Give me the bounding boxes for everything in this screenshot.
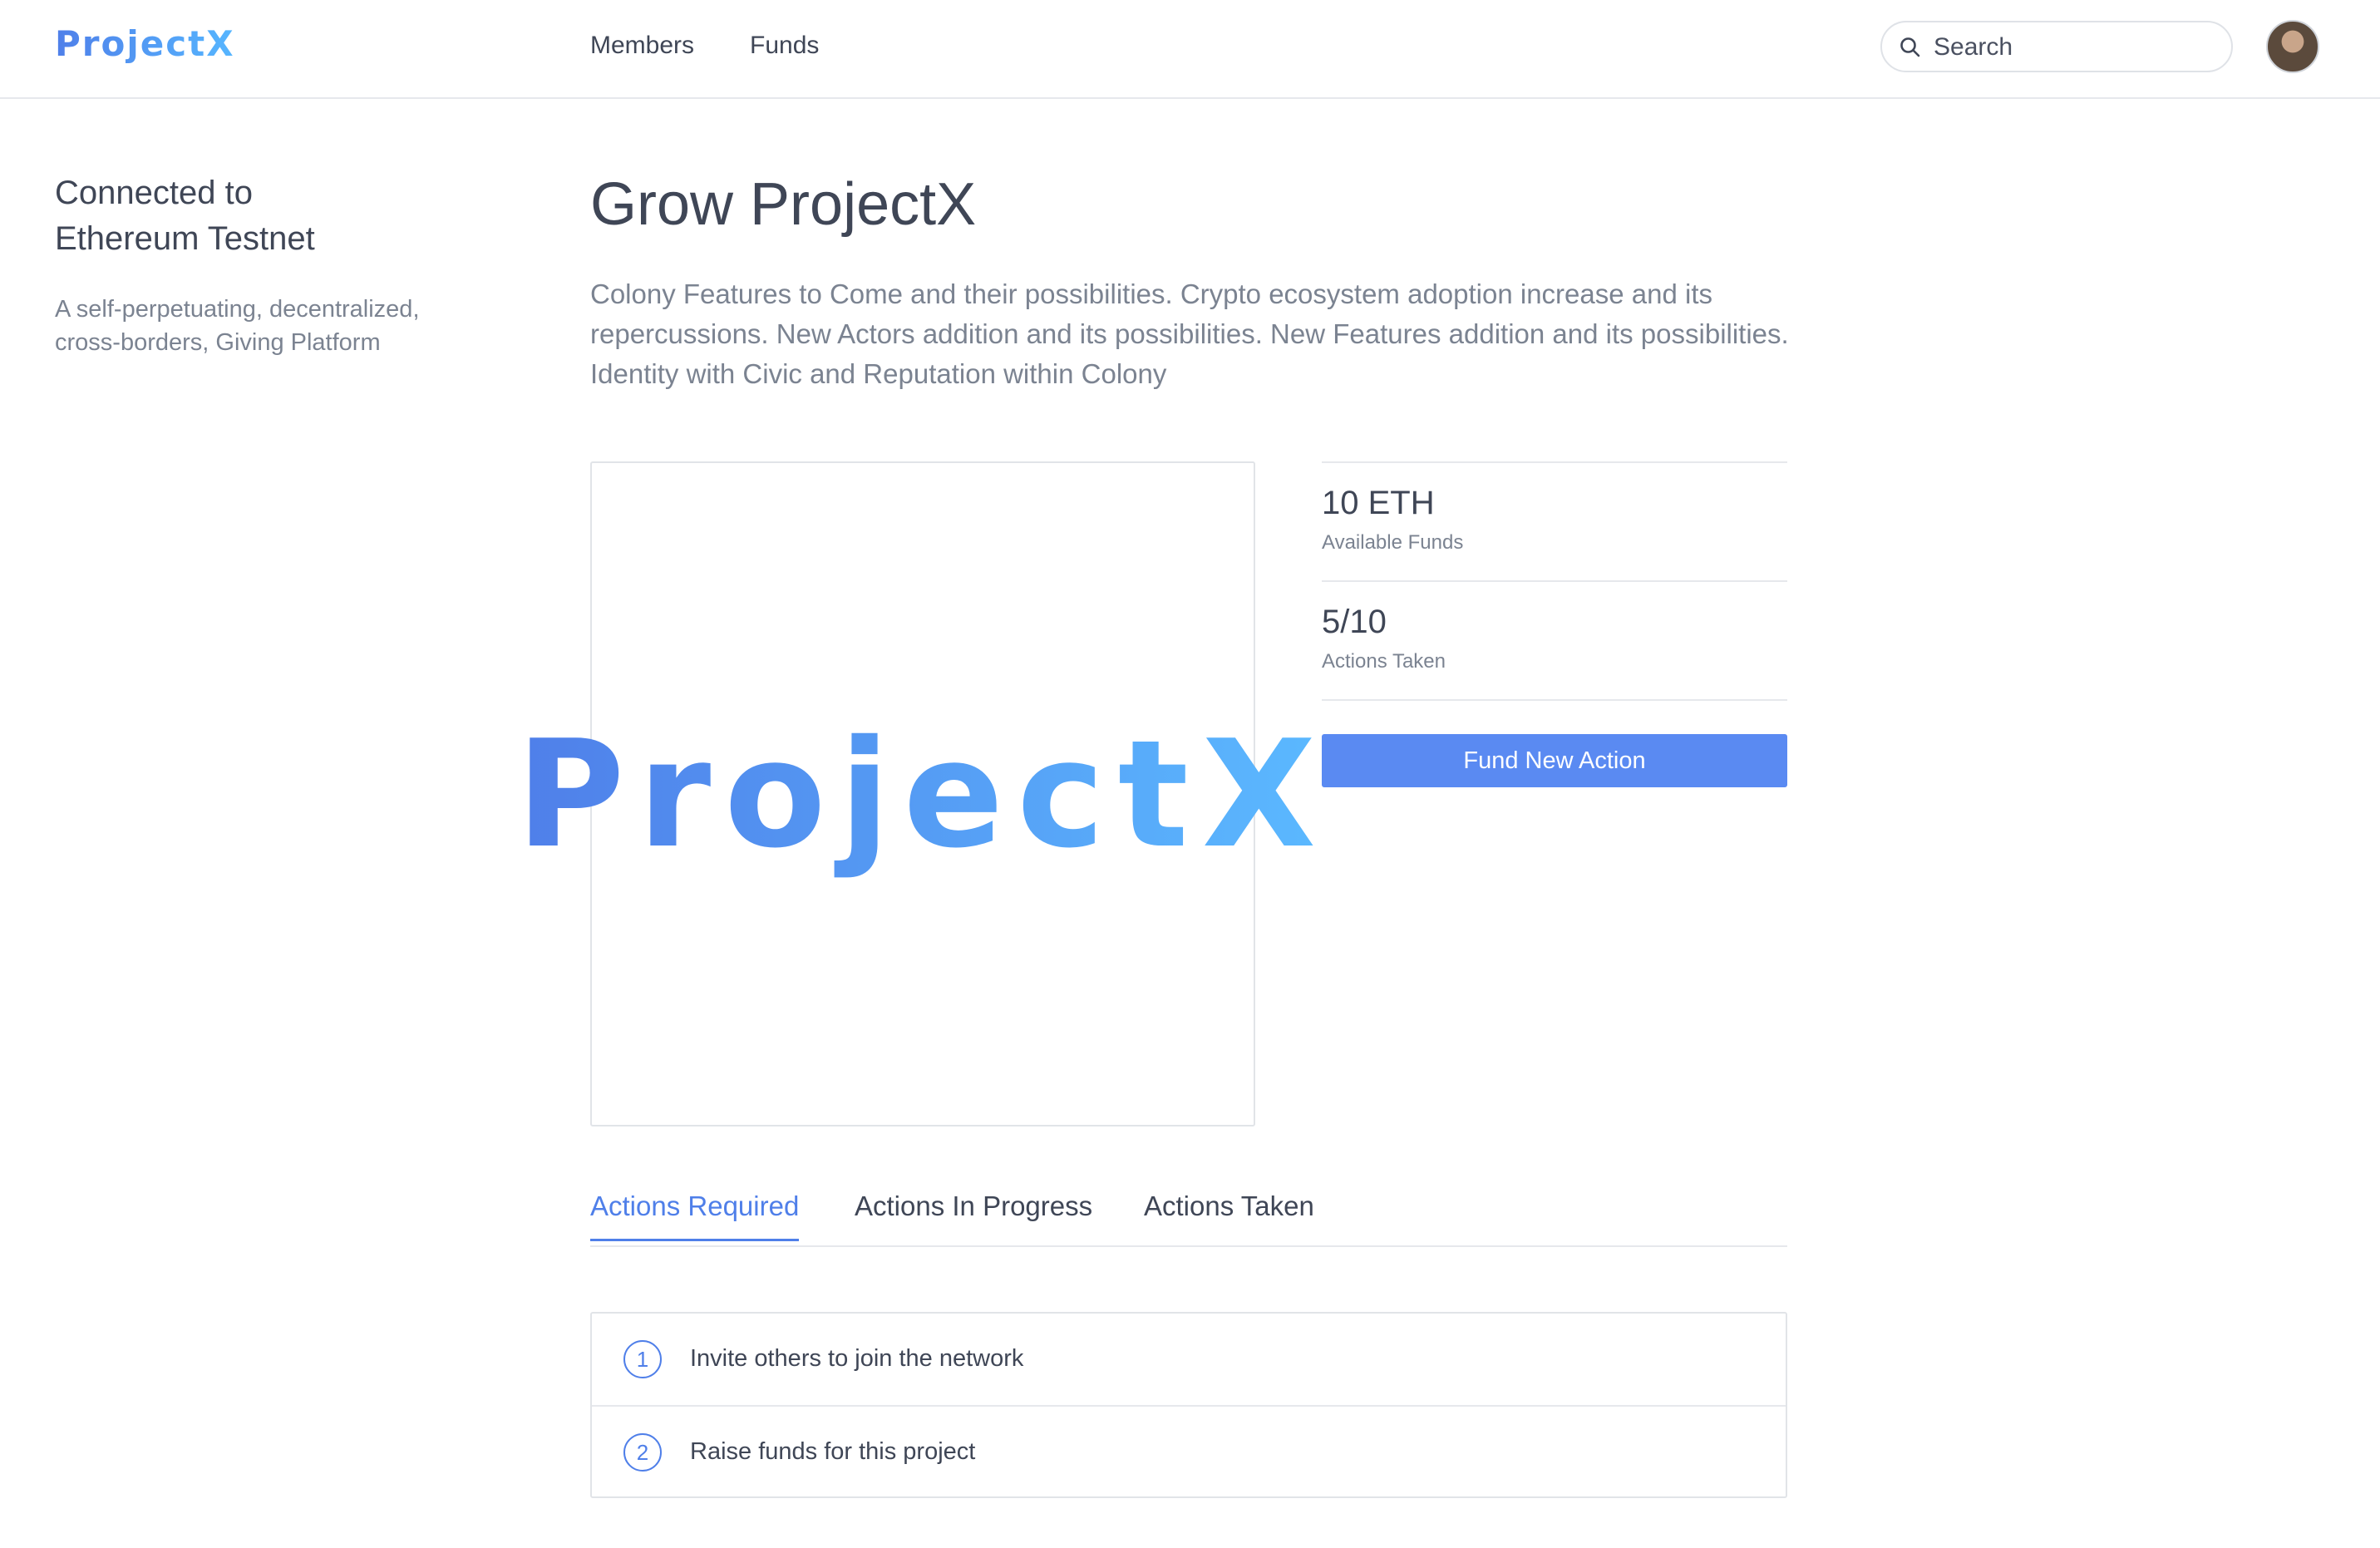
page-title: Grow ProjectX xyxy=(590,171,977,238)
actions-taken-label: Actions Taken xyxy=(1322,650,1446,673)
nav-funds-link[interactable]: Funds xyxy=(750,32,819,60)
action-text: Invite others to join the network xyxy=(690,1345,1024,1372)
nav-members-link[interactable]: Members xyxy=(590,32,694,60)
tab-actions-in-progress[interactable]: Actions In Progress xyxy=(855,1191,1092,1239)
list-item[interactable]: 2 Raise funds for this project xyxy=(592,1405,1786,1498)
available-funds-stat: 10 ETH Available Funds xyxy=(1322,461,1787,582)
step-number-badge: 2 xyxy=(623,1433,662,1472)
tab-actions-required[interactable]: Actions Required xyxy=(590,1191,800,1241)
platform-description: A self-perpetuating, decentralized, cros… xyxy=(55,296,420,356)
actions-list: 1 Invite others to join the network 2 Ra… xyxy=(590,1312,1787,1498)
search-icon xyxy=(1900,37,1920,57)
project-description: Colony Features to Come and their possib… xyxy=(590,279,1789,389)
actions-tabs: Actions Required Actions In Progress Act… xyxy=(590,1189,1787,1247)
project-logo: ProjectX xyxy=(515,707,1330,880)
network-status-title: Connected to Ethereum Testnet xyxy=(55,175,315,257)
action-text: Raise funds for this project xyxy=(690,1438,976,1465)
available-funds-label: Available Funds xyxy=(1322,531,1464,554)
project-logo-card: ProjectX xyxy=(516,461,1316,1126)
stats-divider xyxy=(1322,699,1787,701)
actions-taken-stat: 5/10 Actions Taken xyxy=(1322,580,1787,701)
fund-new-action-button[interactable]: Fund New Action xyxy=(1322,734,1787,787)
available-funds-value: 10 ETH xyxy=(1322,485,1435,521)
list-item[interactable]: 1 Invite others to join the network xyxy=(592,1314,1786,1405)
user-avatar[interactable] xyxy=(2266,20,2319,73)
top-navbar: ProjectX Members Funds xyxy=(0,0,2380,99)
search-input[interactable] xyxy=(1932,29,2218,66)
brand-logo[interactable]: ProjectX xyxy=(55,23,235,64)
step-number-badge: 1 xyxy=(623,1340,662,1378)
search-box[interactable] xyxy=(1880,21,2233,72)
tab-actions-taken[interactable]: Actions Taken xyxy=(1144,1191,1314,1239)
actions-taken-value: 5/10 xyxy=(1322,604,1387,640)
